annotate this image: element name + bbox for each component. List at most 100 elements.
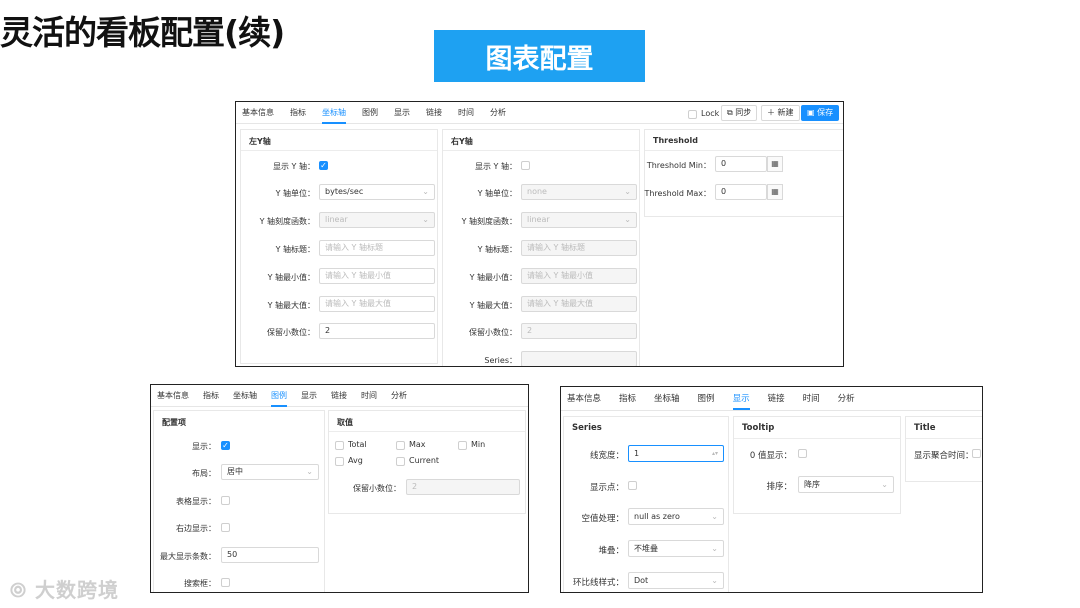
line-width-input[interactable]: 1 ▴▾ xyxy=(628,445,724,462)
decimals-label: 保留小数位： xyxy=(353,484,401,493)
tab-axes[interactable]: 坐标轴 xyxy=(654,388,680,410)
tab-axes[interactable]: 坐标轴 xyxy=(322,102,346,124)
max-items-input[interactable]: 50 xyxy=(221,547,319,563)
unit-label: Y 轴单位： xyxy=(275,189,315,198)
show-y-checkbox[interactable]: ✓ xyxy=(319,161,328,170)
lock-checkbox[interactable] xyxy=(688,110,697,119)
stepper-icon[interactable]: ▴▾ xyxy=(712,446,718,461)
current-label: Current xyxy=(409,456,440,465)
zero-display-checkbox[interactable] xyxy=(798,449,807,458)
tab-display[interactable]: 显示 xyxy=(394,102,410,124)
show-label: 显示： xyxy=(192,442,216,451)
show-y-label: 显示 Y 轴： xyxy=(273,162,315,171)
threshold-max-input[interactable]: 0 xyxy=(715,184,767,200)
min-checkbox[interactable] xyxy=(458,441,467,450)
scale-label: Y 轴刻度函数： xyxy=(259,217,315,226)
scale-select[interactable]: linear ⌄ xyxy=(319,212,435,228)
tab-legend[interactable]: 图例 xyxy=(362,102,378,124)
y-title-label: Y 轴标题： xyxy=(477,245,517,254)
null-handling-label: 空值处理： xyxy=(581,514,624,524)
table-display-label: 表格显示： xyxy=(176,497,216,506)
legend-options-panel: 配置项 显示： ✓ 布局： 居中 ⌄ 表格显示： 右边显示： 最大显示条数： 50… xyxy=(153,410,325,592)
search-box-checkbox[interactable] xyxy=(221,578,230,587)
total-checkbox[interactable] xyxy=(335,441,344,450)
tab-axes[interactable]: 坐标轴 xyxy=(233,385,257,407)
new-button[interactable]: ＋ 新建 xyxy=(761,105,800,121)
display-config-screenshot: 基本信息 指标 坐标轴 图例 显示 链接 时间 分析 Series 线宽度： 1… xyxy=(560,386,983,593)
y-title-input[interactable]: 请输入 Y 轴标题 xyxy=(319,240,435,256)
y-title-label: Y 轴标题： xyxy=(275,245,315,254)
threshold-panel: Threshold Threshold Min： 0 ▦ Threshold M… xyxy=(644,129,843,217)
y-min-input[interactable]: 请输入 Y 轴最小值 xyxy=(521,268,637,284)
table-display-checkbox[interactable] xyxy=(221,496,230,505)
scale-label: Y 轴刻度函数： xyxy=(461,217,517,226)
tab-links[interactable]: 链接 xyxy=(768,388,785,410)
tab-basic[interactable]: 基本信息 xyxy=(242,102,274,124)
chevron-down-icon: ⌄ xyxy=(711,544,718,553)
layout-label: 布局： xyxy=(192,469,216,478)
y-min-input[interactable]: 请输入 Y 轴最小值 xyxy=(319,268,435,284)
tab-legend[interactable]: 图例 xyxy=(271,385,287,407)
sort-select[interactable]: 降序 ⌄ xyxy=(798,476,894,493)
unit-select[interactable]: bytes/sec ⌄ xyxy=(319,184,435,200)
watermark: ⦾ 大数跨境 xyxy=(10,574,119,603)
tab-time[interactable]: 时间 xyxy=(361,385,377,407)
tab-legend[interactable]: 图例 xyxy=(698,388,715,410)
aggregate-time-checkbox[interactable] xyxy=(972,449,981,458)
y-max-input[interactable]: 请输入 Y 轴最大值 xyxy=(521,296,637,312)
tab-time[interactable]: 时间 xyxy=(803,388,820,410)
tab-links[interactable]: 链接 xyxy=(426,102,442,124)
show-y-label: 显示 Y 轴： xyxy=(475,162,517,171)
avg-checkbox[interactable] xyxy=(335,457,344,466)
unit-label: Y 轴单位： xyxy=(477,189,517,198)
watermark-text: 大数跨境 xyxy=(34,578,119,602)
null-handling-select[interactable]: null as zero ⌄ xyxy=(628,508,724,525)
chevron-down-icon: ⌄ xyxy=(881,480,888,489)
tab-metrics[interactable]: 指标 xyxy=(203,385,219,407)
right-display-checkbox[interactable] xyxy=(221,523,230,532)
sync-button[interactable]: ⧉ 同步 xyxy=(721,105,758,121)
y-title-input[interactable]: 请输入 Y 轴标题 xyxy=(521,240,637,256)
section-badge: 图表配置 xyxy=(434,30,645,82)
tab-analysis[interactable]: 分析 xyxy=(838,388,855,410)
tab-links[interactable]: 链接 xyxy=(331,385,347,407)
legend-values-title: 取值 xyxy=(337,418,353,427)
search-box-label: 搜索框： xyxy=(184,579,216,588)
decimals-input[interactable]: 2 xyxy=(319,323,435,339)
chevron-down-icon: ⌄ xyxy=(306,467,313,476)
compare-style-label: 环比线样式： xyxy=(572,578,624,588)
zero-display-label: 0 值显示： xyxy=(749,451,792,461)
tab-analysis[interactable]: 分析 xyxy=(391,385,407,407)
tab-time[interactable]: 时间 xyxy=(458,102,474,124)
legend-config-screenshot: 基本信息 指标 坐标轴 图例 显示 链接 时间 分析 配置项 显示： ✓ 布局：… xyxy=(150,384,529,593)
compare-style-select[interactable]: Dot ⌄ xyxy=(628,572,724,589)
right-y-title: 右Y轴 xyxy=(451,137,473,146)
series-select[interactable] xyxy=(521,351,637,366)
unit-select[interactable]: none ⌄ xyxy=(521,184,637,200)
aggregate-time-label: 显示聚合时间： xyxy=(914,451,974,461)
grid-icon[interactable]: ▦ xyxy=(767,156,783,172)
show-points-checkbox[interactable] xyxy=(628,481,637,490)
tab-analysis[interactable]: 分析 xyxy=(490,102,506,124)
current-checkbox[interactable] xyxy=(396,457,405,466)
show-y-checkbox[interactable] xyxy=(521,161,530,170)
tooltip-panel: Tooltip 0 值显示： 排序： 降序 ⌄ xyxy=(733,416,901,514)
decimals-input[interactable]: 2 xyxy=(406,479,520,495)
layout-select[interactable]: 居中 ⌄ xyxy=(221,464,319,480)
tab-basic[interactable]: 基本信息 xyxy=(157,385,189,407)
grid-icon[interactable]: ▦ xyxy=(767,184,783,200)
tab-display[interactable]: 显示 xyxy=(732,388,750,410)
max-checkbox[interactable] xyxy=(396,441,405,450)
scale-select[interactable]: linear ⌄ xyxy=(521,212,637,228)
tab-metrics[interactable]: 指标 xyxy=(290,102,306,124)
save-button[interactable]: ▣ 保存 xyxy=(801,105,840,121)
tab-display[interactable]: 显示 xyxy=(301,385,317,407)
tab-metrics[interactable]: 指标 xyxy=(619,388,636,410)
tab-basic[interactable]: 基本信息 xyxy=(567,388,601,410)
stack-select[interactable]: 不堆叠 ⌄ xyxy=(628,540,724,557)
y-max-input[interactable]: 请输入 Y 轴最大值 xyxy=(319,296,435,312)
show-checkbox[interactable]: ✓ xyxy=(221,441,230,450)
decimals-input[interactable]: 2 xyxy=(521,323,637,339)
threshold-min-input[interactable]: 0 xyxy=(715,156,767,172)
sync-label: 同步 xyxy=(735,108,752,117)
